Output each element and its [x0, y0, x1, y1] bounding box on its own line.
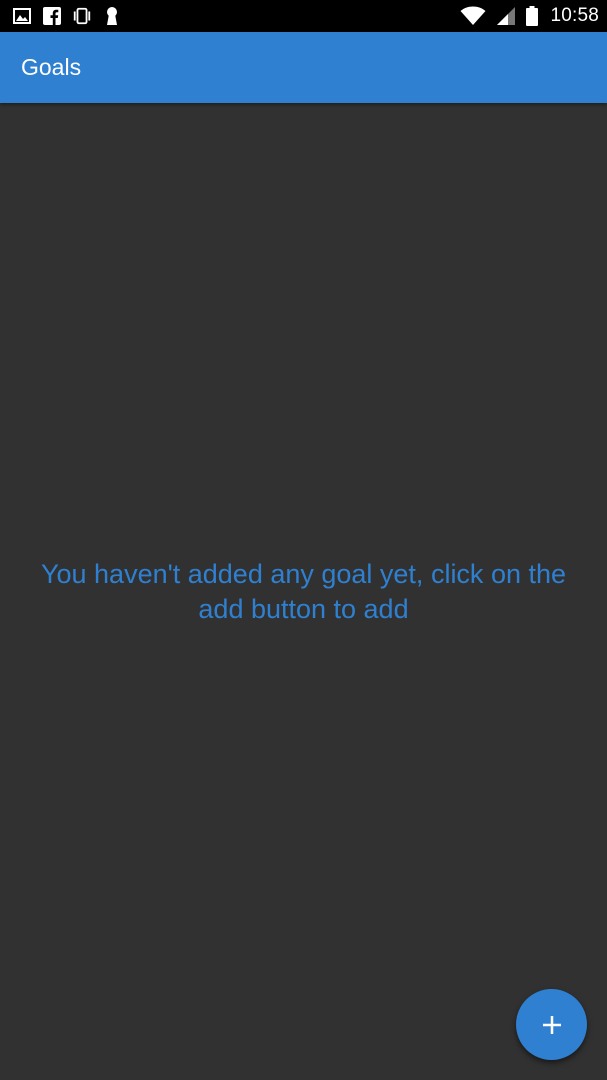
plus-icon	[542, 1015, 562, 1035]
goals-list-area: You haven't added any goal yet, click on…	[0, 103, 607, 1080]
status-bar: 10:58	[0, 0, 607, 32]
signal-icon	[496, 6, 516, 26]
clock-time: 10:58	[550, 5, 599, 26]
vibrate-icon	[72, 6, 92, 26]
image-icon	[12, 6, 32, 26]
keyhole-icon	[102, 6, 122, 26]
add-goal-button[interactable]	[516, 989, 587, 1060]
app-bar: Goals	[0, 32, 607, 103]
wifi-icon	[460, 6, 486, 26]
facebook-icon	[42, 6, 62, 26]
page-title: Goals	[21, 54, 82, 80]
notification-icons	[12, 6, 122, 26]
system-icons: 10:58	[460, 5, 599, 27]
battery-icon	[526, 6, 539, 26]
empty-state-message: You haven't added any goal yet, click on…	[40, 559, 567, 624]
